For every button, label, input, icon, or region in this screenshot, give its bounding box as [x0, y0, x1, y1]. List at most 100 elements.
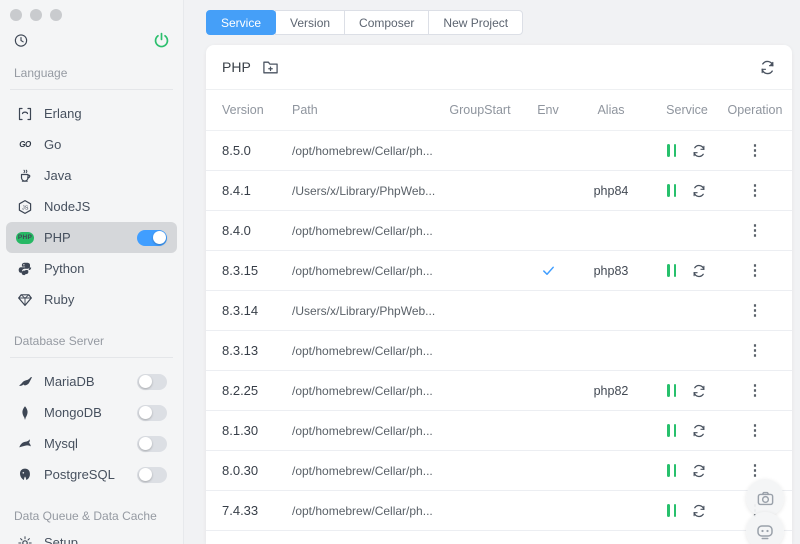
close-button[interactable] — [10, 9, 22, 21]
operation-menu-button[interactable]: ⋮ — [748, 423, 763, 438]
section-items: Erlang GO Go Java JS NodeJS PHP PHP Python Ruby — [0, 94, 183, 315]
pause-icon — [667, 504, 670, 517]
service-cell — [644, 263, 730, 279]
tab-new-project[interactable]: New Project — [428, 10, 524, 35]
restart-service-button[interactable] — [691, 183, 707, 199]
path-cell: /opt/homebrew/Cellar/ph... — [292, 223, 433, 238]
version-cell: 8.3.13 — [222, 343, 259, 358]
column-header-groupstart: GroupStart — [449, 103, 511, 117]
section-title: Language — [14, 66, 68, 80]
service-cell — [644, 183, 730, 199]
version-cell: 8.3.15 — [222, 263, 259, 278]
stop-service-button[interactable] — [667, 184, 676, 197]
svg-text:JS: JS — [22, 205, 29, 211]
stop-service-button[interactable] — [667, 424, 676, 437]
path-cell: /opt/homebrew/Cellar/ph... — [292, 423, 433, 438]
stop-service-button[interactable] — [667, 144, 676, 157]
table-row: 8.4.1/Users/x/Library/PhpWeb... php84 ⋮ — [206, 171, 792, 211]
section-items: MariaDB MongoDB Mysql PostgreSQL — [0, 362, 183, 490]
restart-service-button[interactable] — [691, 143, 707, 159]
restart-icon — [691, 183, 707, 199]
restart-service-button[interactable] — [691, 383, 707, 399]
tab-composer[interactable]: Composer — [344, 10, 430, 35]
mysql-toggle[interactable] — [137, 435, 167, 452]
toggle-knob — [138, 437, 152, 450]
operation-menu-button[interactable]: ⋮ — [748, 343, 763, 358]
pause-icon — [667, 464, 670, 477]
stop-service-button[interactable] — [667, 384, 676, 397]
sidebar-item-mariadb[interactable]: MariaDB — [6, 366, 177, 397]
refresh-button[interactable] — [759, 59, 776, 76]
stop-service-button[interactable] — [667, 464, 676, 477]
operation-menu-button[interactable]: ⋮ — [748, 143, 763, 158]
sidebar-item-php[interactable]: PHP PHP — [6, 222, 177, 253]
table-row: 7.4.33/opt/homebrew/Cellar/ph...⋮ — [206, 491, 792, 531]
sidebar-item-label: Setup — [44, 535, 78, 544]
power-button[interactable] — [153, 32, 170, 49]
panel-header: PHP — [206, 45, 792, 90]
section-items: Setup — [0, 523, 183, 544]
sidebar-item-go[interactable]: GO Go — [6, 129, 177, 160]
tab-service[interactable]: Service — [206, 10, 277, 35]
restart-service-button[interactable] — [691, 263, 707, 279]
zoom-button[interactable] — [50, 9, 62, 21]
assistant-fab[interactable] — [746, 512, 784, 544]
operation-menu-button[interactable]: ⋮ — [748, 183, 763, 198]
sidebar-item-label: NodeJS — [44, 199, 91, 214]
page-title: PHP — [222, 59, 251, 75]
postgresql-toggle[interactable] — [137, 466, 167, 483]
restart-service-button[interactable] — [691, 423, 707, 439]
operation-menu-button[interactable]: ⋮ — [748, 263, 763, 278]
sidebar-item-setup[interactable]: Setup — [6, 527, 177, 544]
operation-menu-button[interactable]: ⋮ — [748, 463, 763, 478]
php-toggle[interactable] — [137, 229, 167, 246]
check-icon — [541, 263, 556, 278]
version-cell: 8.2.25 — [222, 383, 259, 398]
erlang-icon — [16, 106, 34, 122]
alias-cell: php83 — [593, 263, 629, 278]
restart-icon — [691, 263, 707, 279]
mariadb-toggle[interactable] — [137, 373, 167, 390]
version-cell: 8.1.30 — [222, 423, 259, 438]
minimize-button[interactable] — [30, 9, 42, 21]
table-row: 8.1.30/opt/homebrew/Cellar/ph... ⋮ — [206, 411, 792, 451]
php-icon: PHP — [16, 231, 34, 244]
operation-cell: ⋮ — [730, 383, 780, 398]
sidebar-item-java[interactable]: Java — [6, 160, 177, 191]
sidebar-item-erlang[interactable]: Erlang — [6, 98, 177, 129]
table-row: 8.3.14/Users/x/Library/PhpWeb... ⋮ — [206, 291, 792, 331]
open-folder-button[interactable] — [262, 59, 279, 76]
pause-icon — [673, 184, 676, 197]
version-cell: 8.4.0 — [222, 223, 251, 238]
sidebar-item-mysql[interactable]: Mysql — [6, 428, 177, 459]
tab-version[interactable]: Version — [275, 10, 346, 35]
restart-icon — [691, 463, 707, 479]
pause-icon — [667, 384, 670, 397]
table-row: 8.3.15/opt/homebrew/Cellar/ph... php83 ⋮ — [206, 251, 792, 291]
table-row: 8.2.25/opt/homebrew/Cellar/ph... php82 ⋮ — [206, 371, 792, 411]
operation-menu-button[interactable]: ⋮ — [748, 383, 763, 398]
mongodb-toggle[interactable] — [137, 404, 167, 421]
java-icon — [16, 168, 34, 184]
pause-icon — [673, 264, 676, 277]
restart-icon — [691, 503, 707, 519]
sidebar-item-nodejs[interactable]: JS NodeJS — [6, 191, 177, 222]
sidebar-section: Database Server MariaDB MongoDB Mysql Postgr… — [0, 330, 183, 490]
version-cell: 8.3.14 — [222, 303, 259, 318]
mysql-icon — [16, 436, 34, 452]
restart-service-button[interactable] — [691, 463, 707, 479]
column-header-path: Path — [292, 103, 318, 117]
sidebar-item-ruby[interactable]: Ruby — [6, 284, 177, 315]
stop-service-button[interactable] — [667, 264, 676, 277]
operation-menu-button[interactable]: ⋮ — [748, 223, 763, 238]
operation-menu-button[interactable]: ⋮ — [748, 303, 763, 318]
sidebar-item-label: Java — [44, 168, 72, 183]
restart-icon — [691, 423, 707, 439]
sidebar-item-mongodb[interactable]: MongoDB — [6, 397, 177, 428]
sidebar-item-postgresql[interactable]: PostgreSQL — [6, 459, 177, 490]
restart-service-button[interactable] — [691, 503, 707, 519]
operation-cell: ⋮ — [730, 423, 780, 438]
stop-service-button[interactable] — [667, 504, 676, 517]
history-button[interactable] — [13, 33, 29, 48]
sidebar-item-python[interactable]: Python — [6, 253, 177, 284]
